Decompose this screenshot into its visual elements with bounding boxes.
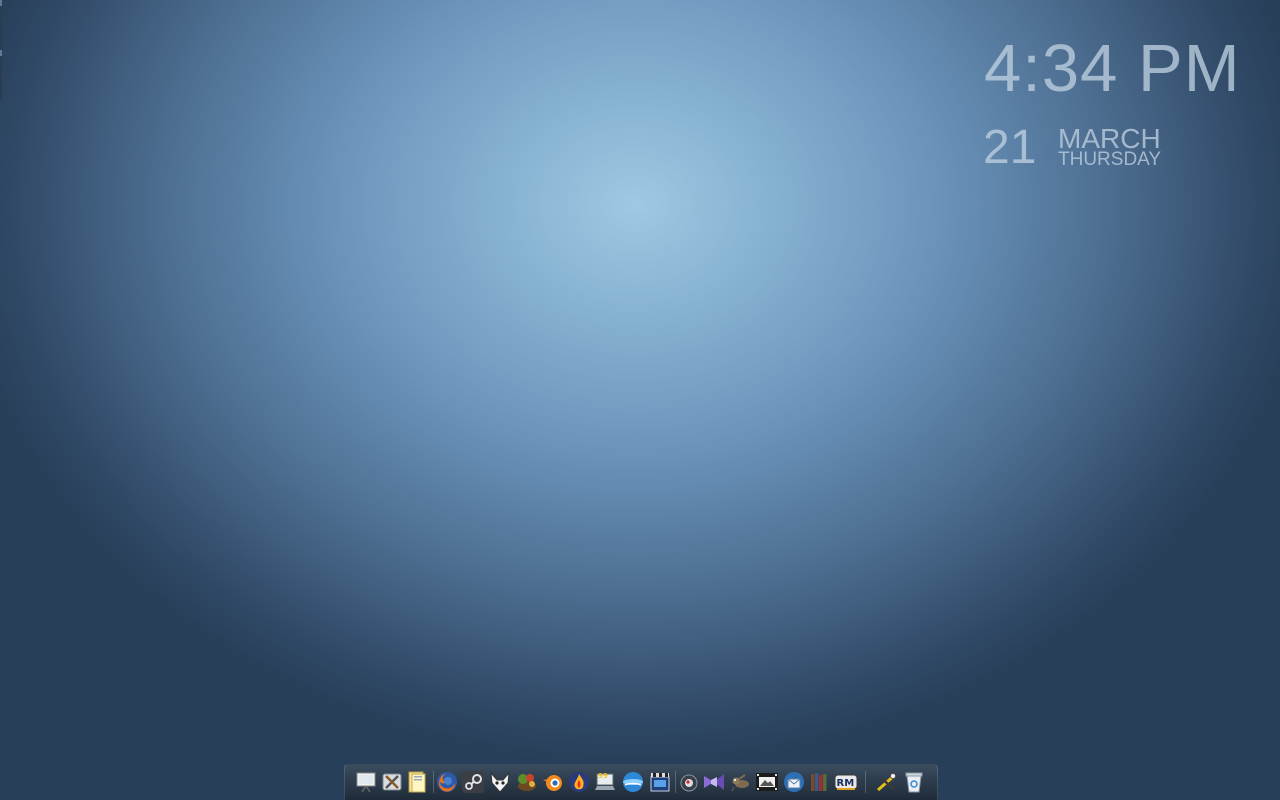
clock-weekday: THURSDAY: [1058, 149, 1162, 170]
dock-item-laptop[interactable]: 99: [593, 770, 617, 794]
dock-item-scissors[interactable]: [875, 770, 899, 794]
svg-text:RM: RM: [837, 778, 855, 789]
dock-item-steam[interactable]: [461, 770, 485, 794]
steam-icon: [462, 771, 484, 793]
dock-item-thunderbird[interactable]: [782, 770, 806, 794]
foobar-icon: [490, 771, 510, 793]
svg-text:99: 99: [598, 772, 608, 780]
books-icon: [811, 773, 827, 791]
laptop-icon: 99: [595, 772, 615, 790]
dock-item-blender[interactable]: [541, 770, 565, 794]
dock-item-clapper[interactable]: [648, 770, 672, 794]
dock-item-foobar[interactable]: [488, 770, 512, 794]
scissors-icon: [877, 773, 896, 792]
firefox-icon: [437, 772, 457, 792]
dock-item-firefox[interactable]: [435, 770, 459, 794]
film-strip-icon: [756, 773, 778, 791]
thunderbird-icon: [784, 772, 804, 792]
camera-icon: [680, 774, 698, 792]
dock-item-books[interactable]: [808, 770, 832, 794]
dock-item-recycle-bin[interactable]: [902, 770, 926, 794]
dock-item-tools[interactable]: [380, 770, 404, 794]
dock-item-film-strip[interactable]: [755, 770, 779, 794]
dock-item-game[interactable]: [515, 770, 539, 794]
dock-item-fire[interactable]: [567, 770, 591, 794]
clock-widget: 4:34 PM 21 MARCH THURSDAY: [983, 30, 1274, 174]
dock: 99 RM: [344, 764, 938, 800]
tools-icon: [382, 773, 402, 791]
dock-separator: [865, 771, 866, 793]
clock-day: 21: [983, 121, 1037, 174]
dock-item-folder[interactable]: [405, 770, 429, 794]
recycle-bin-icon: [905, 772, 923, 793]
presentation-icon: [356, 772, 376, 793]
dock-separator: [675, 771, 676, 793]
dock-item-maxthon[interactable]: [621, 770, 645, 794]
desktop-background: 4:34 PM 21 MARCH THURSDAY 99 RM: [0, 0, 1280, 800]
dock-item-gimp[interactable]: [728, 770, 752, 794]
dock-separator: [433, 771, 434, 793]
film-clapper-icon: [650, 773, 670, 792]
visual-studio-icon: [704, 774, 724, 790]
clock-time: 4:34 PM: [984, 31, 1241, 106]
dock-item-presentation[interactable]: [354, 770, 378, 794]
left-screen-edge: [0, 0, 2, 100]
rm-icon: RM: [834, 774, 858, 790]
maxthon-icon: [623, 772, 643, 792]
dock-item-rm[interactable]: RM: [834, 770, 858, 794]
blender-icon: [543, 775, 562, 791]
fire-icon: [569, 772, 589, 792]
dock-item-camera[interactable]: [677, 770, 701, 794]
folder-icon: [408, 771, 426, 793]
gimp-icon: [731, 774, 749, 792]
dock-item-visual-studio[interactable]: [702, 770, 726, 794]
game-icon: [518, 774, 536, 791]
